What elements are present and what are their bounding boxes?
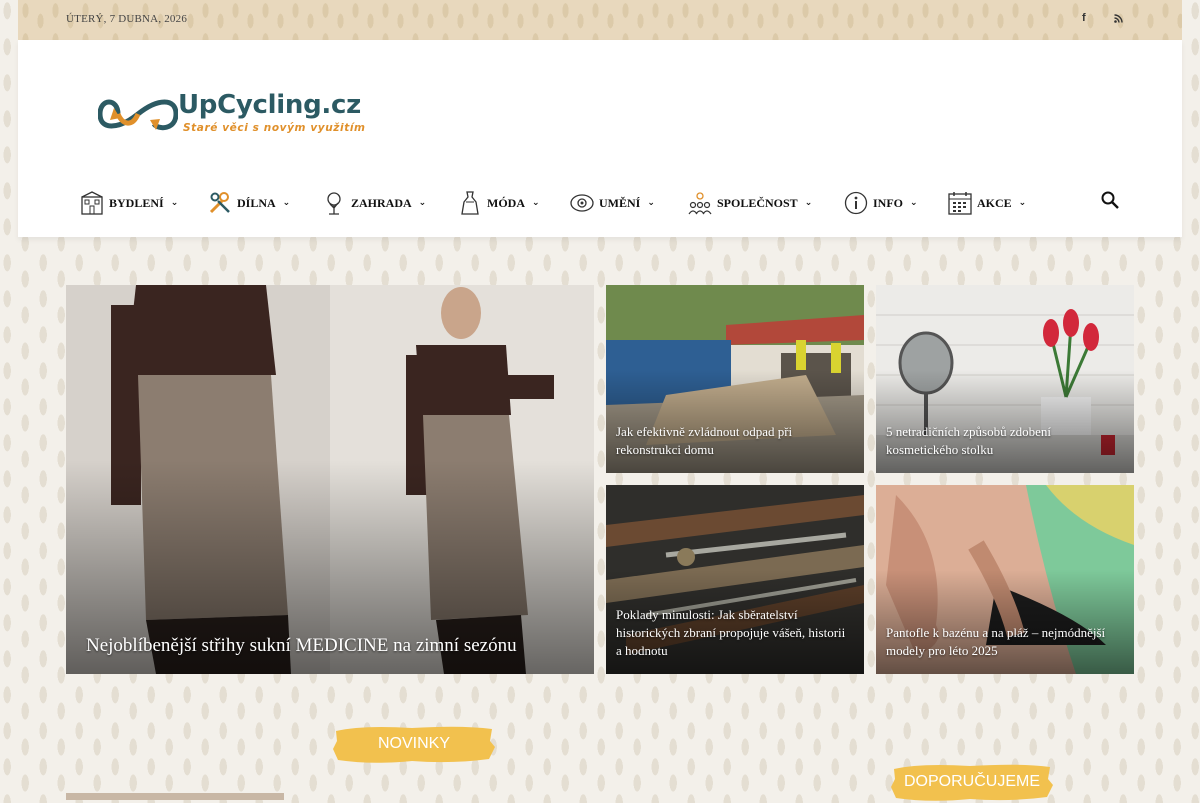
featured-article-main[interactable]: Nejoblíbenější střihy sukní MEDICINE na …: [66, 285, 594, 674]
featured-article-vanity[interactable]: 5 netradičních způsobů zdobení kosmetick…: [876, 285, 1134, 473]
rss-icon[interactable]: [1114, 14, 1123, 23]
tools-icon: [209, 192, 230, 214]
nav-item-akce[interactable]: AKCE ⌄: [948, 188, 1026, 218]
site-logo[interactable]: UpCycling.cz Staré věci s novým využitím: [98, 88, 398, 140]
nav-label: SPOLEČNOST: [717, 195, 798, 210]
current-date: ÚTERÝ, 7 DUBNA, 2026: [66, 13, 188, 25]
featured-article-weapons[interactable]: Poklady minulosti: Jak sběratelství hist…: [606, 485, 864, 674]
info-icon: [844, 191, 868, 215]
site-header: UpCycling.cz Staré věci s novým využitím…: [18, 40, 1182, 237]
news-heading-label: NOVINKY: [377, 735, 450, 752]
search-icon[interactable]: [1100, 190, 1120, 210]
nav-label: INFO: [873, 195, 903, 210]
nav-label: BYDLENÍ: [109, 195, 164, 210]
chevron-down-icon: ⌄: [170, 198, 179, 208]
chevron-down-icon: ⌄: [418, 198, 427, 208]
house-icon: [81, 191, 103, 215]
featured-article-waste[interactable]: Jak efektivně zvládnout odpad při rekons…: [606, 285, 864, 473]
chevron-down-icon: ⌄: [282, 198, 291, 208]
chevron-down-icon: ⌄: [647, 198, 655, 208]
featured-article-slippers[interactable]: Pantofle k bazénu a na pláž – nejmódnějš…: [876, 485, 1134, 674]
nav-label: DÍLNA: [237, 195, 276, 210]
logo-name: UpCycling.cz: [178, 90, 361, 120]
article-title[interactable]: Pantofle k bazénu a na pláž – nejmódnějš…: [886, 624, 1122, 660]
calendar-icon: [948, 192, 972, 215]
logo-tagline: Staré věci s novým využitím: [183, 122, 366, 134]
infinity-arrows-icon: [98, 99, 178, 131]
nav-item-spolecnost[interactable]: SPOLEČNOST ⌄: [688, 188, 812, 218]
people-icon: [688, 192, 712, 215]
facebook-icon[interactable]: f: [1082, 12, 1086, 24]
nav-label: AKCE: [977, 195, 1012, 210]
eye-icon: [570, 194, 594, 212]
article-title[interactable]: Nejoblíbenější střihy sukní MEDICINE na …: [86, 634, 582, 658]
nav-item-umeni[interactable]: UMĚNÍ ⌄: [570, 188, 655, 218]
recommended-heading-label: DOPORUČUJEME: [903, 773, 1040, 790]
nav-item-dilna[interactable]: DÍLNA ⌄: [208, 188, 290, 218]
chevron-down-icon: ⌄: [532, 198, 540, 208]
news-section-heading: NOVINKY: [332, 723, 496, 765]
chevron-down-icon: ⌄: [1018, 198, 1027, 208]
article-title[interactable]: 5 netradičních způsobů zdobení kosmetick…: [886, 423, 1122, 459]
article-title[interactable]: Poklady minulosti: Jak sběratelství hist…: [616, 606, 852, 660]
tree-icon: [327, 192, 341, 215]
nav-label: UMĚNÍ: [599, 195, 641, 210]
nav-label: MÓDA: [487, 195, 525, 210]
main-nav: BYDLENÍ ⌄ DÍLNA ⌄ ZAHRADA ⌄ MÓDA ⌄ UMĚNÍ…: [18, 188, 1182, 218]
nav-item-bydleni[interactable]: BYDLENÍ ⌄: [80, 188, 178, 218]
article-thumbnail[interactable]: [66, 793, 284, 800]
nav-item-info[interactable]: INFO ⌄: [844, 188, 918, 218]
top-bar: ÚTERÝ, 7 DUBNA, 2026 f: [18, 0, 1182, 40]
article-title[interactable]: Jak efektivně zvládnout odpad při rekons…: [616, 423, 852, 459]
nav-label: ZAHRADA: [351, 195, 412, 210]
nav-item-moda[interactable]: MÓDA ⌄: [458, 188, 540, 218]
chevron-down-icon: ⌄: [910, 198, 918, 208]
dress-icon: [461, 191, 479, 215]
recommended-section-heading: DOPORUČUJEME: [890, 761, 1054, 803]
chevron-down-icon: ⌄: [804, 198, 813, 208]
nav-item-zahrada[interactable]: ZAHRADA ⌄: [322, 188, 426, 218]
